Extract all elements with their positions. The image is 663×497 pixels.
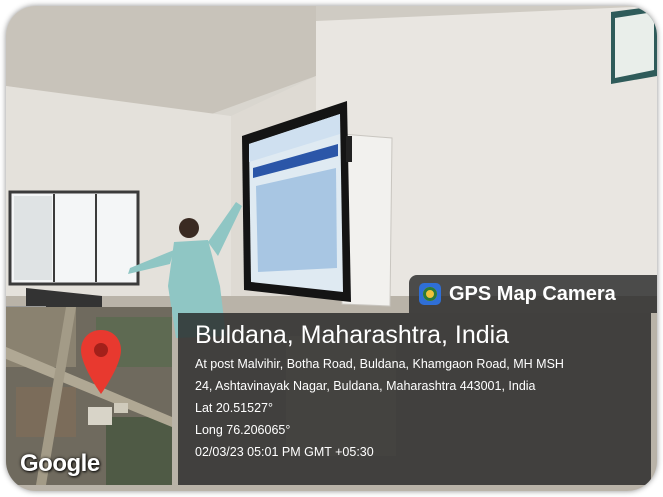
map-brand-label: Google (20, 450, 100, 477)
latitude: Lat 20.51527° (195, 401, 273, 415)
timestamp: 02/03/23 05:01 PM GMT +05:30 (195, 445, 374, 459)
gps-map-camera-app-icon (419, 283, 441, 305)
longitude: Long 76.206065° (195, 423, 291, 437)
map-pin-icon (81, 330, 121, 394)
location-info-panel: Buldana, Maharashtra, India At post Malv… (178, 313, 651, 485)
app-badge: GPS Map Camera (409, 275, 657, 313)
address-line-1: At post Malvihir, Botha Road, Buldana, K… (195, 357, 564, 371)
app-name: GPS Map Camera (449, 282, 616, 305)
photo-frame: Google GPS Map Camera Buldana, Maharasht… (6, 6, 657, 491)
location-title: Buldana, Maharashtra, India (195, 321, 510, 349)
address-line-2: 24, Ashtavinayak Nagar, Buldana, Maharas… (195, 379, 536, 393)
